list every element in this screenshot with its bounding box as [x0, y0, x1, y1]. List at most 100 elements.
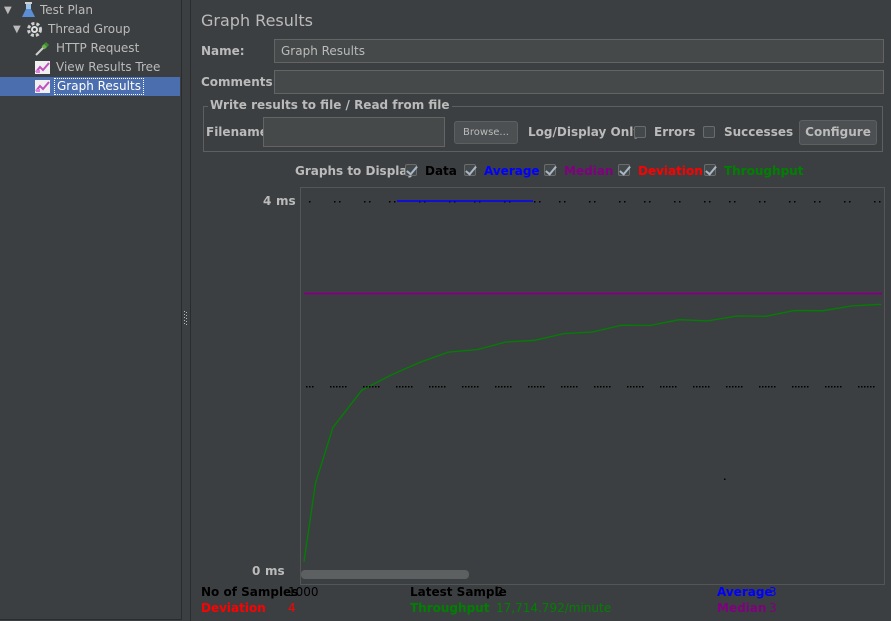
data-point [477, 386, 479, 388]
data-point [765, 386, 767, 388]
data-point [589, 201, 591, 203]
data-point [334, 201, 336, 203]
configure-button[interactable]: Configure [799, 120, 877, 145]
data-point [309, 201, 311, 203]
data-point [666, 386, 668, 388]
graphs-to-display-label: Graphs to Display [295, 164, 415, 178]
test-plan-flask-icon [22, 2, 35, 17]
data-point [444, 386, 446, 388]
data-point [333, 386, 335, 388]
deviation-checkbox[interactable] [618, 164, 630, 176]
data-point [576, 386, 578, 388]
data-point [559, 201, 561, 203]
data-point [408, 386, 410, 388]
data-point [636, 386, 638, 388]
data-point [372, 386, 374, 388]
average-checkbox[interactable] [464, 164, 476, 176]
write-results-group: Write results to file / Read from file F… [203, 98, 883, 152]
median-value: 3 [769, 601, 777, 615]
data-point [840, 386, 842, 388]
latest-sample-label: Latest Sample [410, 585, 507, 599]
data-point [705, 386, 707, 388]
data-point [735, 386, 737, 388]
data-point [462, 386, 464, 388]
data-point [649, 201, 651, 203]
data-point [619, 201, 621, 203]
latest-sample-value: 2 [496, 585, 504, 599]
median-checkbox[interactable] [544, 164, 556, 176]
results-chart [303, 200, 882, 562]
expand-arrow-icon[interactable]: ▼ [4, 1, 14, 20]
name-field[interactable]: Graph Results [274, 39, 884, 63]
data-point [498, 386, 500, 388]
expand-arrow-icon[interactable]: ▼ [13, 20, 23, 39]
data-point [825, 386, 827, 388]
tree-item-label: Thread Group [48, 22, 131, 36]
data-point [679, 201, 681, 203]
data-point [441, 386, 443, 388]
data-point [861, 386, 863, 388]
throughput-series-line [303, 303, 882, 562]
data-point [630, 386, 632, 388]
data-point [807, 386, 809, 388]
data-point [543, 386, 545, 388]
throughput-checkbox[interactable] [704, 164, 716, 176]
data-legend-label: Data [425, 164, 457, 178]
data-point [429, 386, 431, 388]
data-point [573, 386, 575, 388]
filename-field[interactable] [263, 117, 445, 147]
data-point [474, 386, 476, 388]
data-point [874, 201, 876, 203]
data-checkbox[interactable] [405, 164, 417, 176]
data-point [672, 386, 674, 388]
successes-checkbox[interactable] [703, 126, 715, 138]
data-point [364, 201, 366, 203]
tree-item-label: View Results Tree [56, 60, 161, 74]
data-point [597, 386, 599, 388]
deviation-legend-label: Deviation [638, 164, 703, 178]
data-point [844, 201, 846, 203]
data-point [837, 386, 839, 388]
listener-chart-icon [35, 80, 50, 93]
data-point [402, 386, 404, 388]
data-point [594, 201, 596, 203]
data-point [345, 386, 347, 388]
data-point [438, 386, 440, 388]
data-point [411, 386, 413, 388]
data-point [762, 386, 764, 388]
split-pane-divider[interactable] [182, 0, 191, 621]
data-point [609, 386, 611, 388]
listener-chart-icon [35, 61, 50, 74]
data-point [309, 386, 311, 388]
deviation-value: 4 [288, 601, 296, 615]
test-plan-tree[interactable]: ▼ Test Plan ▼ Thread Group HTTP Request [0, 0, 182, 620]
data-point [724, 478, 726, 480]
data-point [693, 386, 695, 388]
errors-checkbox[interactable] [634, 126, 646, 138]
data-point [801, 386, 803, 388]
group-title: Write results to file / Read from file [208, 98, 452, 112]
y-max-label: 4 [263, 194, 272, 208]
data-point [471, 386, 473, 388]
comments-field[interactable] [274, 70, 884, 94]
tree-item-graph-results[interactable]: Graph Results [0, 77, 180, 96]
data-point [594, 386, 596, 388]
tree-item-label: Test Plan [40, 3, 93, 17]
data-point [774, 386, 776, 388]
drag-handle-icon[interactable] [184, 311, 188, 325]
data-point [789, 201, 791, 203]
data-point [366, 386, 368, 388]
data-point [339, 386, 341, 388]
throughput-value: 17,714.792/minute [496, 601, 612, 615]
browse-button[interactable]: Browse... [454, 121, 518, 144]
data-point [435, 386, 437, 388]
data-point [504, 386, 506, 388]
http-request-pipette-icon [35, 41, 50, 56]
data-point [561, 386, 563, 388]
median-label: Median [717, 601, 767, 615]
data-point [507, 386, 509, 388]
name-label: Name: [201, 44, 245, 58]
comments-label: Comments: [201, 75, 278, 89]
horizontal-scrollbar[interactable] [301, 570, 469, 579]
samples-label: No of Samples [201, 585, 299, 599]
